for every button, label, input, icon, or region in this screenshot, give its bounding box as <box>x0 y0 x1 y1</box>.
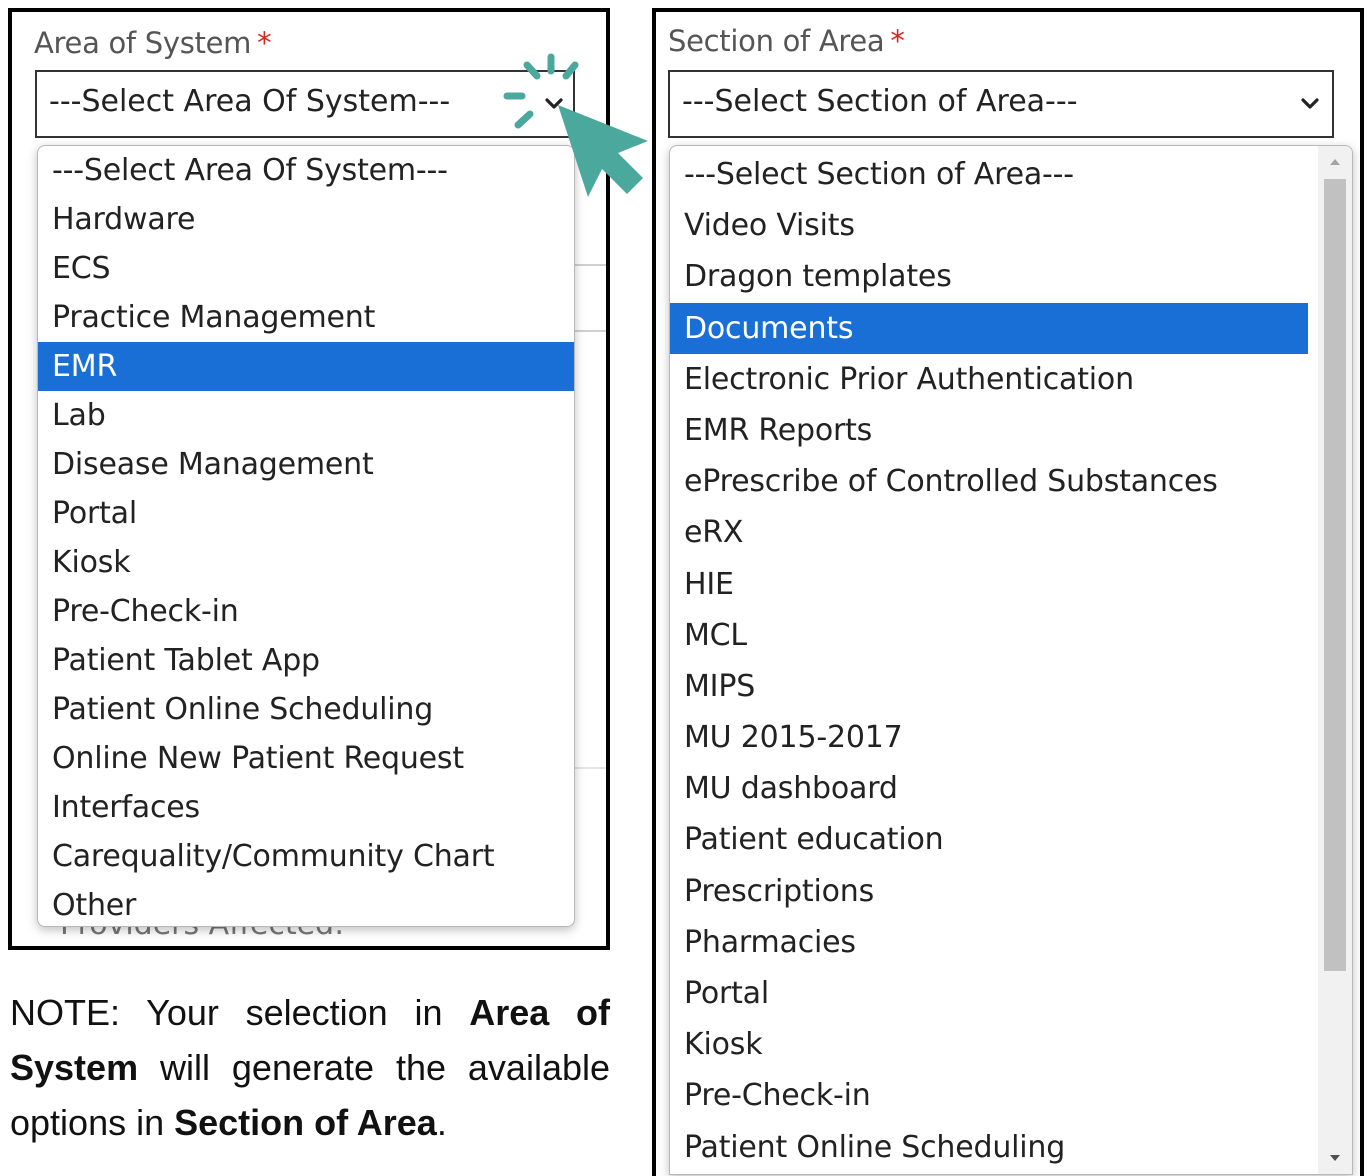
background-divider <box>572 767 606 769</box>
required-asterisk: * <box>890 24 905 58</box>
dropdown-option[interactable]: ePrescribe of Controlled Substances <box>670 456 1308 507</box>
dropdown-option[interactable]: Patient Online Scheduling <box>38 685 574 734</box>
area-of-system-select[interactable]: ---Select Area Of System--- <box>35 70 575 138</box>
dropdown-option[interactable]: Pharmacies <box>670 917 1308 968</box>
dropdown-option[interactable]: Portal <box>670 968 1308 1019</box>
dropdown-option[interactable]: Documents <box>670 302 1308 354</box>
section-of-area-select[interactable]: ---Select Section of Area--- <box>668 70 1334 138</box>
chevron-down-icon <box>1298 92 1322 116</box>
dropdown-option[interactable]: ECS <box>38 244 574 293</box>
dropdown-option[interactable]: Disease Management <box>38 440 574 489</box>
dropdown-option[interactable]: EMR Reports <box>670 405 1308 456</box>
dropdown-option[interactable]: Interfaces <box>38 783 574 832</box>
note-section-of-area: Section of Area <box>174 1102 437 1143</box>
dropdown-option[interactable]: HIE <box>670 559 1308 610</box>
dropdown-option[interactable]: ---Select Section of Area--- <box>670 149 1308 200</box>
dropdown-option[interactable]: Pre-Check-in <box>670 1070 1308 1121</box>
dropdown-option[interactable]: Hardware <box>38 195 574 244</box>
dropdown-option[interactable]: Lab <box>38 391 574 440</box>
dropdown-option[interactable]: Patient Tablet App <box>38 636 574 685</box>
dropdown-option[interactable]: MCL <box>670 610 1308 661</box>
dropdown-option[interactable]: Kiosk <box>38 538 574 587</box>
required-asterisk: * <box>257 26 272 60</box>
scrollbar-thumb[interactable] <box>1324 179 1346 971</box>
area-of-system-options: ---Select Area Of System--- Hardware ECS Pr… <box>37 145 575 927</box>
section-of-area-selected-value: ---Select Section of Area--- <box>682 84 1078 119</box>
scroll-up-arrow-icon[interactable] <box>1327 154 1343 170</box>
dropdown-option[interactable]: Video Visits <box>670 200 1308 251</box>
dropdown-option[interactable]: Practice Management <box>38 293 574 342</box>
dropdown-option[interactable]: MU dashboard <box>670 763 1308 814</box>
area-of-system-selected-value: ---Select Area Of System--- <box>49 84 451 119</box>
dropdown-option[interactable]: Pre-Check-in <box>38 587 574 636</box>
section-of-area-panel: Section of Area * ---Select Section of Ar… <box>652 8 1364 1176</box>
dropdown-option[interactable]: Other <box>38 881 574 926</box>
dropdown-option[interactable]: Patient Online Scheduling <box>670 1122 1308 1173</box>
section-of-area-label: Section of Area * <box>668 24 905 58</box>
section-of-area-options: ---Select Section of Area--- Video Visits… <box>669 145 1353 1175</box>
dropdown-option[interactable]: ---Select Area Of System--- <box>38 146 574 195</box>
dropdown-option[interactable]: Dragon templates <box>670 251 1308 302</box>
dropdown-option[interactable]: Portal <box>38 489 574 538</box>
dropdown-option[interactable]: eRX <box>670 507 1308 558</box>
dropdown-option[interactable]: MU 2015-2017 <box>670 712 1308 763</box>
area-of-system-label: Area of System * <box>34 26 272 60</box>
dropdown-option[interactable]: Electronic Prior Authentication <box>670 354 1308 405</box>
dropdown-option[interactable]: Prescriptions <box>670 866 1308 917</box>
dropdown-option[interactable]: Online New Patient Request <box>38 734 574 783</box>
instruction-note: NOTE: Your selection in Area of System w… <box>10 992 611 1143</box>
background-form-input <box>572 264 606 332</box>
scrollbar[interactable] <box>1318 146 1352 1174</box>
dropdown-option[interactable]: EMR <box>38 342 574 391</box>
dropdown-option[interactable]: Patient education <box>670 814 1308 865</box>
dropdown-option[interactable]: MIPS <box>670 661 1308 712</box>
dropdown-option[interactable]: Kiosk <box>670 1019 1308 1070</box>
dropdown-option[interactable]: Carequality/Community Chart <box>38 832 574 881</box>
click-cursor-icon <box>500 53 660 205</box>
scroll-down-arrow-icon[interactable] <box>1327 1150 1343 1166</box>
